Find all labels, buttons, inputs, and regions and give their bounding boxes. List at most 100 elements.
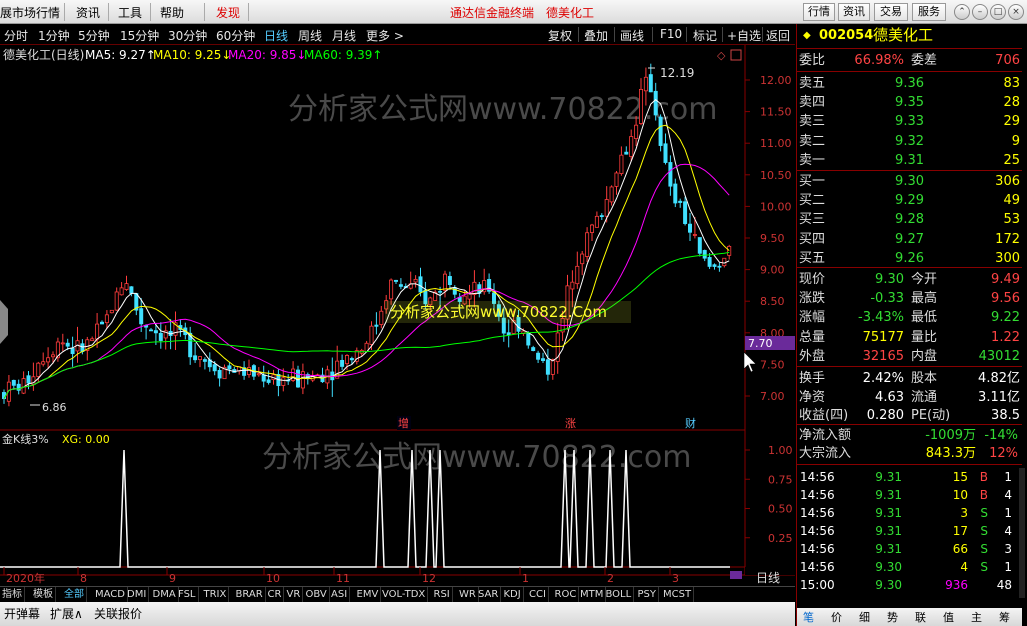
indicator-tab[interactable]: SAR — [476, 587, 502, 603]
indicator-tab[interactable]: VOL-TDX — [380, 587, 429, 603]
quote-tab[interactable]: 价 — [831, 609, 842, 625]
candle — [281, 377, 286, 386]
minimize-icon[interactable]: – — [972, 4, 988, 20]
indicator-tab[interactable]: CCI — [527, 587, 549, 603]
indicator-tab[interactable]: DMA — [151, 587, 179, 603]
price-tick: 11.00 — [760, 137, 792, 150]
candle — [722, 257, 727, 267]
period-30min[interactable]: 30分钟 — [168, 27, 207, 44]
stat-row: 涨跌 -0.33 最高 9.56 — [799, 291, 1020, 307]
marker-cai[interactable]: 财 — [685, 416, 696, 430]
service-button[interactable]: 服务 — [912, 3, 946, 21]
marker-zhang[interactable]: 涨 — [565, 417, 576, 430]
candle — [344, 355, 349, 365]
indicator-tab[interactable]: 全部 — [62, 587, 87, 603]
indicator-tab[interactable]: 指标 — [0, 587, 25, 603]
candle — [541, 358, 546, 361]
quote-tab[interactable]: 笔 — [803, 609, 814, 625]
maximize-icon[interactable]: □ — [990, 4, 1006, 20]
candle — [590, 224, 595, 233]
period-weekly[interactable]: 周线 — [298, 27, 322, 44]
menu-tools[interactable]: 工具 — [118, 4, 142, 21]
candle — [153, 330, 158, 334]
period-5min[interactable]: 5分钟 — [78, 27, 110, 44]
news-button[interactable]: 资讯 — [838, 3, 870, 21]
tick-row: 14:56 9.31 3 S 1 — [800, 506, 1012, 520]
kline-chart[interactable]: 德美化工(日线) MA5: 9.27↑ MA10: 9.25↓ MA20: 9.… — [0, 45, 795, 600]
indicator-tab[interactable]: RSI — [432, 587, 453, 603]
market-button[interactable]: 行情 — [803, 3, 835, 21]
period-15min[interactable]: 15分钟 — [120, 27, 159, 44]
indicator-tab[interactable]: MTM — [578, 587, 607, 603]
candle — [438, 290, 443, 293]
period-60min[interactable]: 60分钟 — [216, 27, 255, 44]
indicator-tab[interactable]: ASI — [329, 587, 351, 603]
candle — [398, 284, 403, 287]
quote-tabs: 笔价细势联值主筹 — [797, 608, 1022, 626]
period-intraday[interactable]: 分时 — [4, 27, 28, 44]
candle — [389, 279, 394, 300]
quote-tab[interactable]: 主 — [971, 609, 982, 625]
candle — [702, 250, 707, 259]
ask-row: 卖一 9.31 25 — [799, 152, 1020, 168]
indicator-tab[interactable]: MACD — [93, 587, 128, 603]
back-button[interactable]: 返回 — [766, 27, 790, 44]
indicator-tab[interactable]: CR — [266, 587, 285, 603]
price-tick: 9.00 — [760, 264, 785, 277]
quote-tab[interactable]: 筹 — [999, 609, 1010, 625]
expand-button[interactable]: 扩展∧ — [50, 605, 83, 622]
period-more[interactable]: 更多 > — [366, 27, 404, 44]
menu-discover[interactable]: 发现 — [216, 4, 240, 21]
overlay-button[interactable]: 叠加 — [584, 27, 608, 44]
related-quotes-button[interactable]: 关联报价 — [94, 605, 142, 622]
add-watchlist-button[interactable]: +自选 — [727, 27, 761, 44]
danmaku-button[interactable]: 开弹幕 — [4, 605, 40, 622]
quote-tab[interactable]: 细 — [859, 609, 870, 625]
candle — [648, 74, 653, 93]
indicator-tab[interactable]: PSY — [636, 587, 659, 603]
candle — [256, 373, 261, 376]
menu-market[interactable]: 展市场行情 — [0, 4, 60, 21]
indicator-tab[interactable]: 模板 — [31, 587, 56, 603]
trade-button[interactable]: 交易 — [874, 3, 908, 21]
candle — [212, 364, 217, 372]
candle — [580, 253, 585, 265]
indicator-tab[interactable]: BOLL — [604, 587, 635, 603]
indicator-tab[interactable]: EMV — [355, 587, 382, 603]
candle — [65, 342, 70, 347]
quote-tab[interactable]: 值 — [943, 609, 954, 625]
indicator-tab[interactable]: VR — [285, 587, 304, 603]
period-daily[interactable]: 日线 — [264, 27, 288, 44]
diamond-icon[interactable]: ◇ — [717, 49, 726, 62]
date-label: 11 — [336, 572, 350, 585]
indicator-tab[interactable]: TRIX — [202, 587, 230, 603]
f10-button[interactable]: F10 — [660, 27, 682, 41]
candle — [148, 329, 153, 332]
chevron-up-icon[interactable]: ⌃ — [954, 4, 970, 20]
menu-help[interactable]: 帮助 — [160, 4, 184, 21]
restore-rights-button[interactable]: 复权 — [548, 27, 572, 44]
period-monthly[interactable]: 月线 — [332, 27, 356, 44]
indicator-tab[interactable]: BRAR — [234, 587, 266, 603]
bid-row: 买五 9.26 300 — [799, 250, 1020, 266]
candle — [452, 287, 457, 295]
menu-news[interactable]: 资讯 — [76, 4, 100, 21]
period-1min[interactable]: 1分钟 — [38, 27, 70, 44]
indicator-tab[interactable]: FSL — [176, 587, 199, 603]
indicator-tab[interactable]: MCST — [661, 587, 695, 603]
mark-button[interactable]: 标记 — [693, 27, 717, 44]
marker-zeng[interactable]: 增 — [398, 416, 409, 430]
quote-tab[interactable]: 联 — [915, 609, 926, 625]
draw-line-button[interactable]: 画线 — [620, 27, 644, 44]
indicator-tab[interactable]: ROC — [553, 587, 580, 603]
quote-tab[interactable]: 势 — [887, 609, 898, 625]
candle — [614, 172, 619, 187]
tick-scrollbar[interactable] — [1019, 468, 1025, 598]
indicator-tab[interactable]: OBV — [304, 587, 330, 603]
indicator-tab[interactable]: DMI — [125, 587, 150, 603]
indicator-tab[interactable]: KDJ — [502, 587, 524, 603]
close-icon[interactable]: × — [1008, 4, 1024, 20]
stat-row: 现价 9.30 今开 9.49 — [799, 272, 1020, 287]
ma10-label: MA10: 9.25↓ — [153, 48, 231, 62]
candle — [11, 379, 16, 386]
